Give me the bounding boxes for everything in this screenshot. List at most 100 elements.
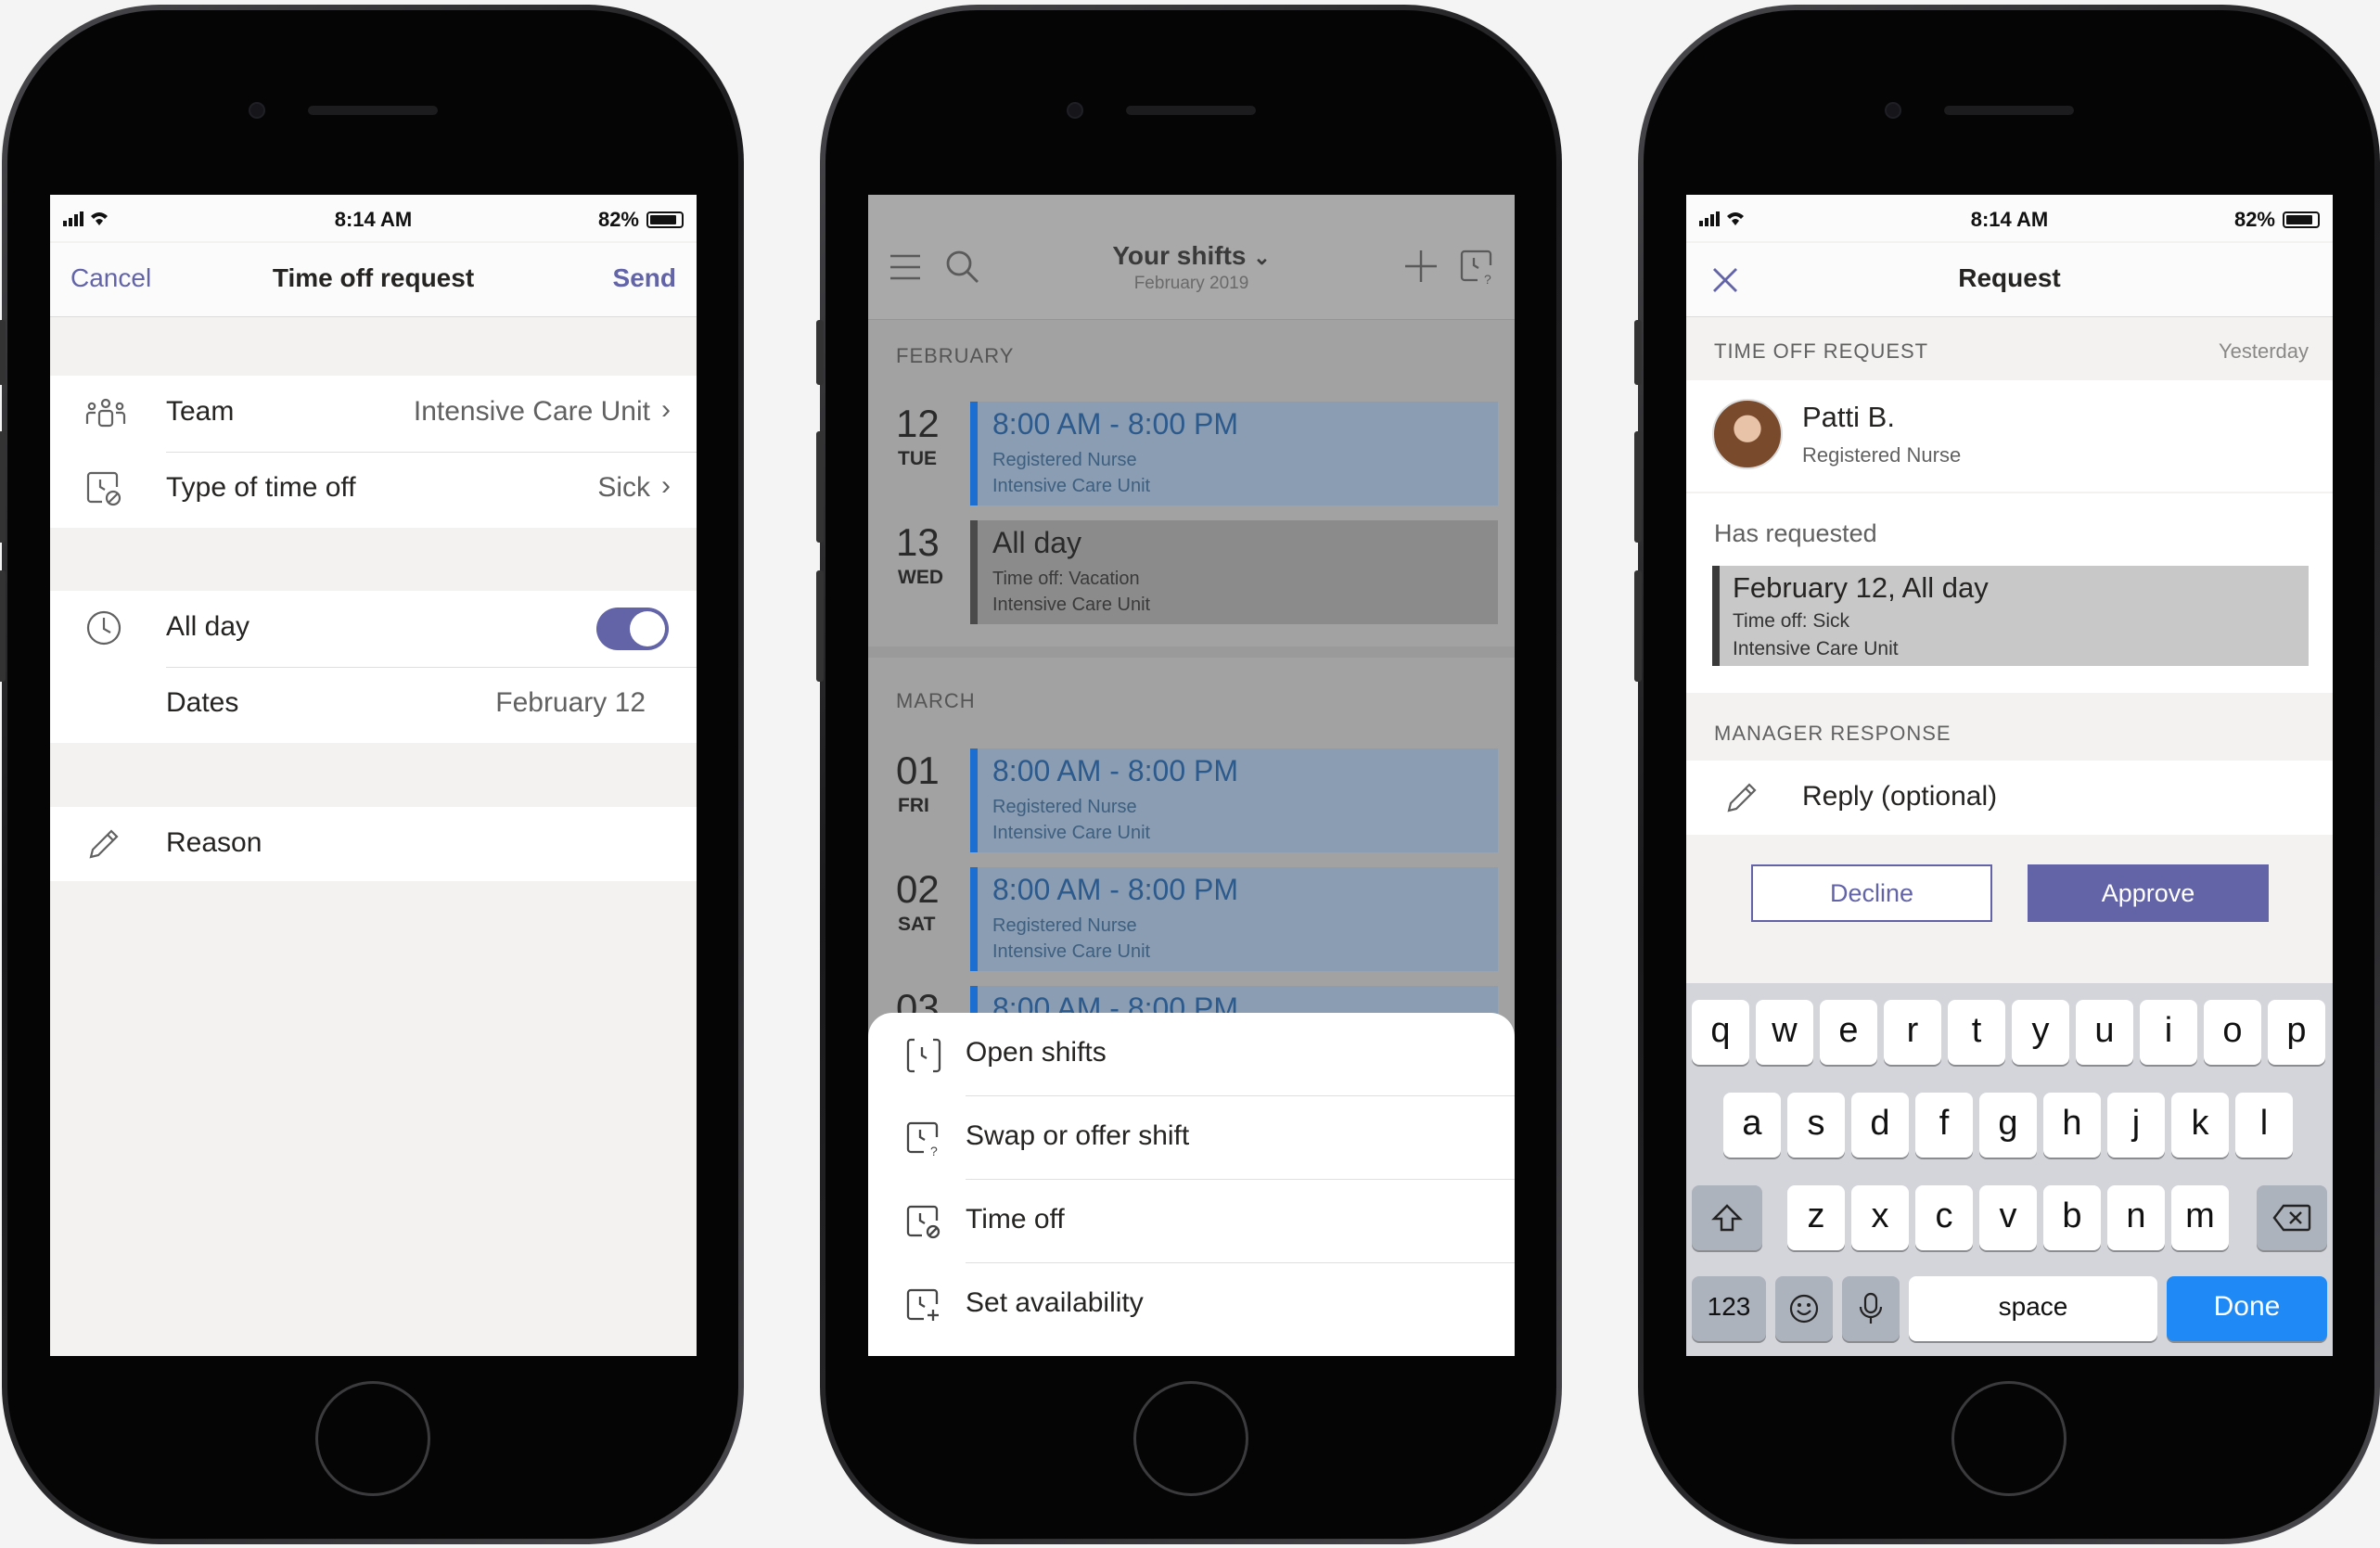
key-o[interactable]: o	[2204, 1000, 2261, 1065]
key-j[interactable]: j	[2107, 1093, 2165, 1158]
emoji-icon	[1788, 1287, 1820, 1326]
key-c[interactable]: c	[1915, 1185, 1973, 1250]
action-sheet: Open shifts ? Swap or offer shift Time o…	[868, 1013, 1515, 1356]
avatar	[1712, 399, 1783, 469]
status-bar: 8:14 AM 82%	[1686, 195, 2333, 241]
reply-row[interactable]: Reply (optional)	[1686, 761, 2333, 835]
add-icon[interactable]	[1403, 249, 1439, 288]
swap-offer-shift-option[interactable]: ? Swap or offer shift	[868, 1096, 1515, 1180]
shift-request-icon[interactable]: ?	[1459, 249, 1496, 290]
has-requested-label: Has requested	[1714, 519, 1877, 547]
page-title: Request	[1958, 263, 2061, 292]
team-row[interactable]: Team Intensive Care Unit ›	[50, 376, 697, 452]
key-i[interactable]: i	[2140, 1000, 2197, 1065]
key-e[interactable]: e	[1820, 1000, 1877, 1065]
team-icon	[85, 396, 126, 438]
key-g[interactable]: g	[1979, 1093, 2037, 1158]
type-of-time-off-row[interactable]: Type of time off Sick ›	[50, 452, 697, 528]
shift-item[interactable]: 01 FRI 8:00 AM - 8:00 PM Registered Nurs…	[868, 748, 1515, 852]
type-of-time-off-value: Sick	[597, 472, 650, 503]
mute-switch	[816, 320, 824, 385]
shift-role: Registered Nurse	[992, 797, 1137, 817]
time-off-icon	[85, 470, 122, 512]
reason-row[interactable]: Reason	[50, 807, 697, 881]
chevron-down-icon: ⌄	[1253, 246, 1271, 269]
shift-item[interactable]: 12 TUE 8:00 AM - 8:00 PM Registered Nurs…	[868, 402, 1515, 505]
key-a[interactable]: a	[1723, 1093, 1781, 1158]
key-n[interactable]: n	[2107, 1185, 2165, 1250]
shift-day: 12	[896, 402, 940, 445]
time-off-option[interactable]: Time off	[868, 1180, 1515, 1263]
pencil-icon	[1723, 779, 1760, 821]
shift-icon	[1711, 1196, 1743, 1235]
svg-text:?: ?	[930, 1144, 938, 1158]
key-p[interactable]: p	[2268, 1000, 2325, 1065]
shift-time: 8:00 AM - 8:00 PM	[992, 873, 1239, 906]
shift-weekday: FRI	[898, 795, 929, 816]
key-x[interactable]: x	[1851, 1185, 1909, 1250]
key-t[interactable]: t	[1948, 1000, 2005, 1065]
keyboard: q w e r t y u i o p a s d f g h j k l z …	[1686, 983, 2333, 1356]
microphone-key[interactable]	[1842, 1276, 1900, 1341]
shift-item[interactable]: 02 SAT 8:00 AM - 8:00 PM Registered Nurs…	[868, 867, 1515, 971]
space-key[interactable]: space	[1909, 1276, 2157, 1341]
shift-card: 8:00 AM - 8:00 PM Registered Nurse Inten…	[970, 867, 1498, 971]
backspace-key[interactable]	[2257, 1185, 2327, 1250]
key-u[interactable]: u	[2076, 1000, 2133, 1065]
key-h[interactable]: h	[2043, 1093, 2101, 1158]
section-header: MANAGER RESPONSE	[1714, 722, 1951, 745]
open-shifts-option[interactable]: Open shifts	[868, 1013, 1515, 1096]
section-gap	[868, 646, 1515, 658]
status-bar: 8:14 AM 82%	[50, 195, 697, 241]
key-f[interactable]: f	[1915, 1093, 1973, 1158]
team-label: Team	[166, 396, 235, 427]
team-type-group: Team Intensive Care Unit › Type of time …	[50, 376, 697, 528]
set-availability-option[interactable]: Set availability	[868, 1263, 1515, 1347]
request-timestamp: Yesterday	[2218, 339, 2309, 363]
battery-icon	[2283, 211, 2320, 228]
reason-input: Reason	[166, 827, 262, 858]
home-button[interactable]	[1133, 1381, 1248, 1496]
key-w[interactable]: w	[1756, 1000, 1813, 1065]
key-q[interactable]: q	[1692, 1000, 1749, 1065]
dates-value: February 12	[495, 687, 646, 718]
availability-icon	[905, 1287, 942, 1329]
shift-item[interactable]: 13 WED All day Time off: Vacation Intens…	[868, 520, 1515, 624]
shift-unit: Intensive Care Unit	[992, 823, 1151, 843]
dates-label: Dates	[166, 687, 239, 718]
numbers-key[interactable]: 123	[1692, 1276, 1766, 1341]
earpiece-speaker	[308, 106, 438, 115]
shift-day: 01	[896, 748, 940, 792]
reply-input: Reply (optional)	[1802, 781, 1998, 812]
key-s[interactable]: s	[1787, 1093, 1845, 1158]
key-v[interactable]: v	[1979, 1185, 2037, 1250]
phone-frame-3: 8:14 AM 82% Request TIME OFF REQUEST Yes…	[1634, 5, 2380, 1544]
key-r[interactable]: r	[1884, 1000, 1941, 1065]
request-type: Time off: Sick	[1733, 610, 1850, 632]
done-key[interactable]: Done	[2167, 1276, 2327, 1341]
send-button[interactable]: Send	[613, 263, 676, 293]
shift-role: Registered Nurse	[992, 450, 1137, 470]
home-button[interactable]	[1951, 1381, 2067, 1496]
key-b[interactable]: b	[2043, 1185, 2101, 1250]
volume-up-button	[0, 431, 6, 543]
microphone-icon	[1857, 1287, 1885, 1326]
shift-key[interactable]	[1692, 1185, 1762, 1250]
requester-card: Patti B. Registered Nurse	[1686, 380, 2333, 492]
key-d[interactable]: d	[1851, 1093, 1909, 1158]
key-y[interactable]: y	[2012, 1000, 2069, 1065]
key-z[interactable]: z	[1787, 1185, 1845, 1250]
decline-button[interactable]: Decline	[1751, 864, 1992, 922]
dates-row[interactable]: Dates February 12	[50, 667, 697, 743]
all-day-toggle[interactable]	[596, 608, 669, 650]
shift-card: 8:00 AM - 8:00 PM Registered Nurse Inten…	[970, 402, 1498, 505]
shift-time: All day	[992, 526, 1082, 559]
emoji-key[interactable]	[1775, 1276, 1833, 1341]
key-l[interactable]: l	[2235, 1093, 2293, 1158]
key-m[interactable]: m	[2171, 1185, 2229, 1250]
key-k[interactable]: k	[2171, 1093, 2229, 1158]
shift-unit: Intensive Care Unit	[992, 595, 1151, 615]
home-button[interactable]	[315, 1381, 430, 1496]
month-header: MARCH	[896, 689, 976, 712]
approve-button[interactable]: Approve	[2028, 864, 2269, 922]
